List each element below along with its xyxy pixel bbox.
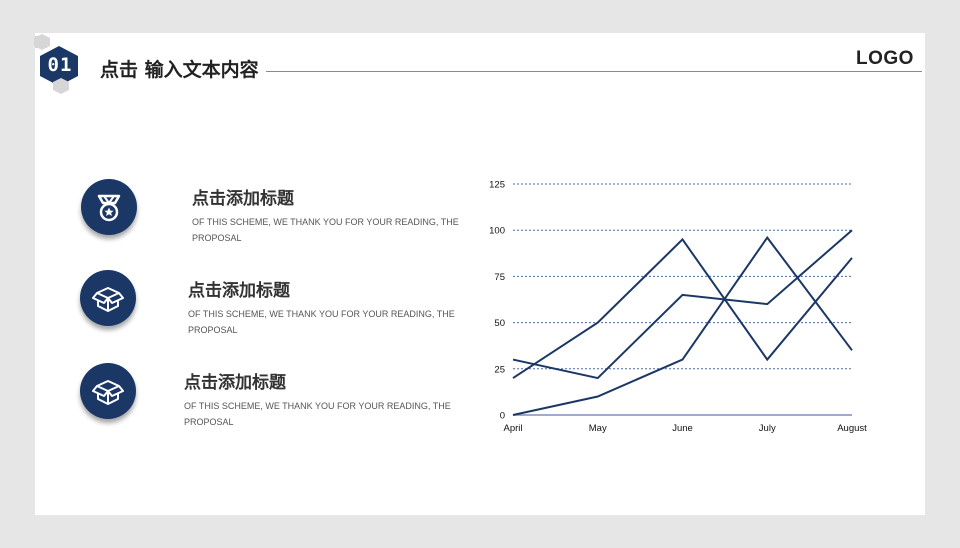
x-tick-label: May <box>589 423 607 434</box>
y-tick-label: 0 <box>500 411 505 422</box>
feature-title[interactable]: 点击添加标题 <box>188 276 290 301</box>
series-line <box>512 237 853 379</box>
feature-description: OF THIS SCHEME, WE THANK YOU FOR YOUR RE… <box>188 309 455 335</box>
logo: LOGO <box>856 48 914 69</box>
x-tick-label: July <box>759 423 776 434</box>
x-tick-label: April <box>503 423 522 434</box>
feature-icon-circle <box>80 363 136 419</box>
section-number: 01 <box>47 54 73 76</box>
open-box-icon <box>92 380 124 405</box>
feature-description: OF THIS SCHEME, WE THANK YOU FOR YOUR RE… <box>192 217 459 243</box>
medal-icon <box>97 194 121 222</box>
series-line <box>512 235 853 416</box>
feature-description: OF THIS SCHEME, WE THANK YOU FOR YOUR RE… <box>184 401 451 427</box>
open-box-icon <box>92 287 124 312</box>
y-tick-label: 50 <box>494 318 505 329</box>
feature-title[interactable]: 点击添加标题 <box>184 368 286 393</box>
feature-title[interactable]: 点击添加标题 <box>192 184 294 209</box>
series-line <box>512 229 853 380</box>
y-tick-label: 75 <box>494 272 505 283</box>
feature-icon-circle <box>81 179 137 235</box>
title-divider <box>266 71 922 72</box>
line-chart: 0 25 50 75 100 125 April May June July August <box>489 180 867 435</box>
x-tick-label: August <box>837 423 867 434</box>
y-tick-label: 25 <box>494 364 505 375</box>
y-tick-label: 100 <box>489 226 505 237</box>
page-title[interactable]: 点击 输入文本内容 <box>100 55 259 82</box>
feature-icon-circle <box>80 270 136 326</box>
y-tick-label: 125 <box>489 180 505 191</box>
x-tick-label: June <box>672 423 693 434</box>
